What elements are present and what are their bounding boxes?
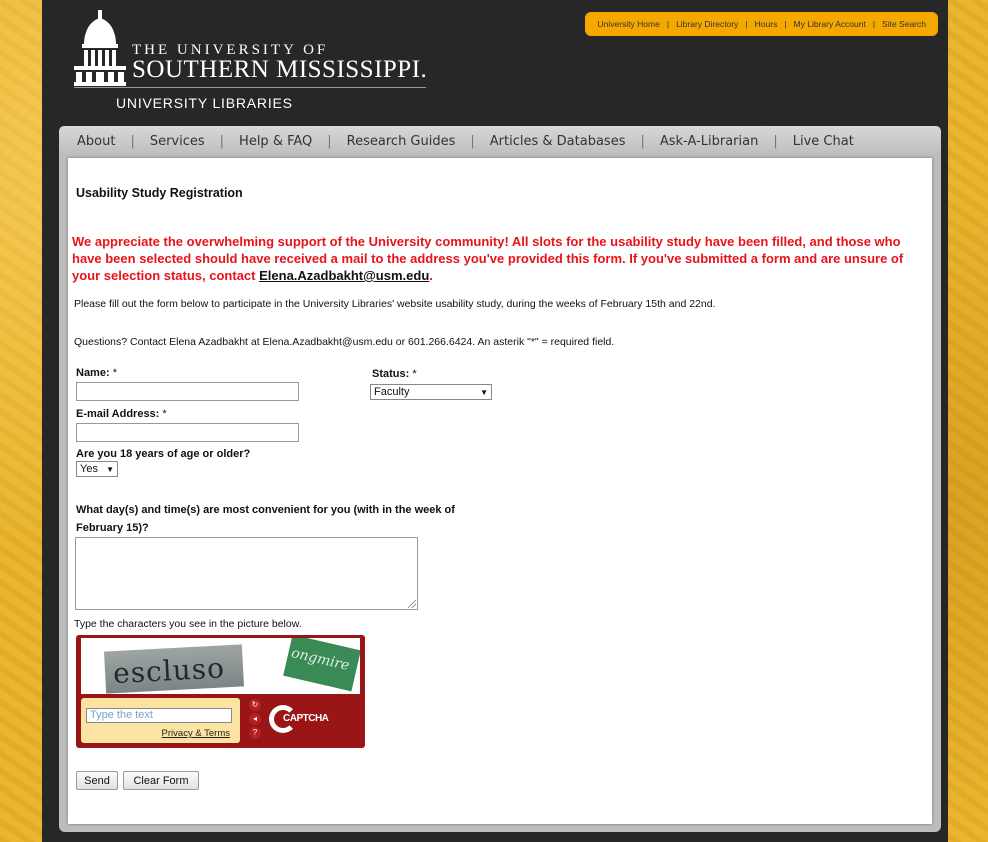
nav-item-about[interactable]: About — [75, 134, 117, 149]
logo-line-2: SOUTHERN MISSISSIPPI. — [132, 56, 428, 83]
page-container: THE UNIVERSITY OF SOUTHERN MISSISSIPPI. … — [42, 0, 948, 842]
separator: | — [666, 19, 670, 29]
nav-item-help-faq[interactable]: Help & FAQ — [237, 134, 314, 149]
logo-line-3: UNIVERSITY LIBRARIES — [116, 95, 293, 111]
audio-icon[interactable]: ◂ — [249, 713, 261, 725]
dome-logo-icon — [74, 10, 126, 86]
send-button[interactable]: Send — [76, 771, 118, 790]
email-label: E-mail Address: * — [76, 408, 167, 420]
resize-grip-icon[interactable] — [408, 600, 416, 608]
email-input[interactable] — [76, 423, 299, 442]
link-university-home[interactable]: University Home — [597, 19, 659, 29]
times-label-line-2: February 15)? — [76, 522, 149, 534]
captcha-input[interactable]: Type the text — [86, 708, 232, 723]
status-label: Status: * — [372, 368, 417, 380]
alert-email-link[interactable]: Elena.Azadbakht@usm.edu — [259, 268, 429, 283]
nav-item-research-guides[interactable]: Research Guides — [345, 134, 458, 149]
age-select[interactable]: Yes ▼ — [76, 461, 118, 477]
refresh-icon[interactable]: ↻ — [249, 699, 261, 711]
age-label: Are you 18 years of age or older? — [76, 448, 251, 460]
status-value: Faculty — [374, 386, 410, 398]
nav-item-articles-databases[interactable]: Articles & Databases — [488, 134, 628, 149]
captcha-entry-area: Type the text Privacy & Terms — [81, 698, 240, 743]
separator: | — [872, 19, 876, 29]
logo-divider — [74, 87, 426, 88]
alert-text: We appreciate the overwhelming support o… — [72, 234, 904, 283]
captcha-word-1: escluso — [112, 651, 226, 691]
captcha-word-2-block: ongmire — [283, 638, 360, 692]
clear-form-button[interactable]: Clear Form — [123, 771, 199, 790]
help-icon[interactable]: ? — [249, 727, 261, 739]
name-label: Name: * — [76, 367, 117, 379]
captcha-word-2: ongmire — [289, 645, 351, 674]
chevron-down-icon: ▼ — [480, 387, 488, 397]
nav-item-live-chat[interactable]: Live Chat — [791, 134, 856, 149]
chevron-down-icon: ▼ — [106, 464, 114, 474]
link-hours[interactable]: Hours — [755, 19, 778, 29]
separator: | — [640, 133, 645, 149]
separator: | — [327, 133, 332, 149]
link-site-search[interactable]: Site Search — [882, 19, 926, 29]
alert-end: . — [429, 268, 433, 283]
questions-text: Questions? Contact Elena Azadbakht at El… — [74, 336, 615, 348]
separator: | — [470, 133, 475, 149]
name-label-text: Name: — [76, 367, 110, 379]
page-title: Usability Study Registration — [76, 186, 243, 200]
captcha-word-1-block: escluso — [103, 644, 245, 694]
privacy-terms-link[interactable]: Privacy & Terms — [162, 728, 230, 739]
status-label-text: Status: — [372, 368, 410, 380]
main-content: Usability Study Registration We apprecia… — [68, 158, 932, 824]
age-value: Yes — [80, 463, 98, 475]
separator: | — [784, 19, 787, 29]
nav-item-services[interactable]: Services — [148, 134, 207, 149]
required-mark: * — [162, 408, 167, 420]
separator: | — [745, 19, 748, 29]
link-library-directory[interactable]: Library Directory — [676, 19, 738, 29]
utility-links-bar: University Home | Library Directory | Ho… — [585, 12, 938, 36]
separator: | — [773, 133, 778, 149]
main-nav: About | Services | Help & FAQ | Research… — [59, 126, 941, 156]
captcha-controls: ↻ ◂ ? — [249, 699, 261, 741]
name-input[interactable] — [76, 382, 299, 401]
captcha-image: escluso ongmire — [81, 638, 360, 694]
separator: | — [130, 133, 135, 149]
required-mark: * — [112, 367, 117, 379]
email-label-text: E-mail Address: — [76, 408, 160, 420]
intro-text: Please fill out the form below to partic… — [74, 298, 716, 310]
recaptcha-brand: CAPTCHA — [283, 713, 329, 724]
required-mark: * — [412, 368, 417, 380]
recaptcha-widget: escluso ongmire Type the text Privacy & … — [76, 635, 365, 748]
nav-item-ask-a-librarian[interactable]: Ask-A-Librarian — [658, 134, 760, 149]
times-textarea[interactable] — [75, 537, 418, 610]
alert-message: We appreciate the overwhelming support o… — [72, 233, 926, 284]
link-my-library-account[interactable]: My Library Account — [794, 19, 866, 29]
usm-libraries-logo[interactable]: THE UNIVERSITY OF SOUTHERN MISSISSIPPI. … — [74, 10, 454, 114]
separator: | — [219, 133, 225, 149]
captcha-instructions: Type the characters you see in the pictu… — [74, 618, 302, 630]
status-select[interactable]: Faculty ▼ — [370, 384, 492, 400]
recaptcha-logo: CAPTCHA — [269, 705, 349, 733]
times-label-line-1: What day(s) and time(s) are most conveni… — [76, 504, 455, 516]
